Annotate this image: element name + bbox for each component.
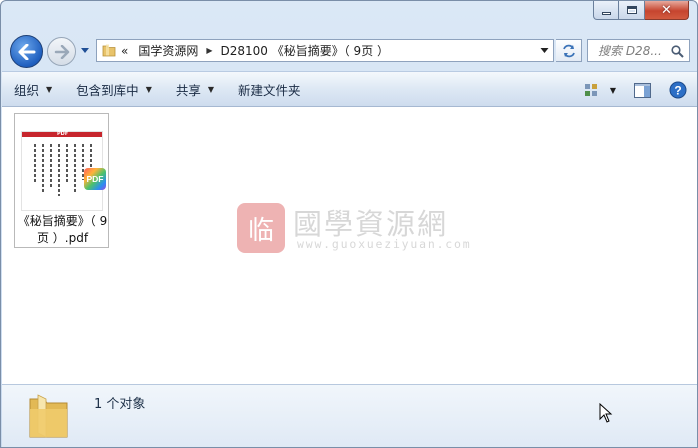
search-placeholder[interactable]: 搜索 D28... bbox=[588, 42, 668, 59]
new-folder-label: 新建文件夹 bbox=[238, 82, 301, 98]
organize-label: 组织 bbox=[14, 82, 40, 98]
chevron-down-icon: ▼ bbox=[207, 84, 215, 94]
svg-text:?: ? bbox=[674, 84, 681, 98]
share-menu[interactable]: 共享 ▼ bbox=[164, 76, 226, 102]
command-bar-tools: ▼ ? bbox=[578, 72, 697, 108]
file-name[interactable]: 《秘旨摘要》（ 9页 ）.pdf bbox=[15, 213, 110, 247]
preview-pane-icon bbox=[633, 82, 651, 98]
view-options-button[interactable] bbox=[578, 77, 606, 103]
breadcrumb-overflow[interactable]: « bbox=[116, 40, 133, 61]
help-button[interactable]: ? bbox=[664, 77, 692, 103]
close-icon: ✕ bbox=[661, 2, 672, 18]
chevron-down-icon: ▼ bbox=[145, 84, 152, 94]
text-column bbox=[42, 144, 44, 194]
watermark-seal-icon: 临 bbox=[237, 203, 285, 253]
file-item[interactable]: PDF PDF 《秘旨摘要》（ 9页 ）.pdf bbox=[14, 113, 109, 248]
chevron-down-icon: ▼ bbox=[609, 85, 617, 95]
file-list-view[interactable]: PDF PDF 《秘旨摘要》（ 9页 ）.pdf 临 國學資源網 www.guo… bbox=[2, 107, 697, 384]
help-icon: ? bbox=[669, 81, 687, 99]
mouse-cursor-icon bbox=[599, 403, 613, 423]
view-grid-icon bbox=[585, 84, 597, 96]
watermark-url: www.guoxueziyuan.com bbox=[297, 237, 472, 251]
text-column bbox=[50, 144, 52, 189]
thumbnail-tag: PDF bbox=[57, 131, 69, 137]
close-button[interactable]: ✕ bbox=[645, 1, 689, 20]
chevron-down-icon: ▼ bbox=[46, 84, 53, 94]
explorer-window: ✕ « 国学资源网 ▶ D28100 《秘旨摘要》（ 9页 ） 搜索 D28..… bbox=[0, 0, 698, 448]
new-folder-button[interactable]: 新建文件夹 bbox=[226, 76, 313, 102]
organize-menu[interactable]: 组织 ▼ bbox=[2, 76, 64, 102]
command-bar: 组织 ▼ 包含到库中 ▼ 共享 ▼ 新建文件夹 ▼ ? bbox=[2, 71, 697, 108]
back-arrow-icon bbox=[18, 43, 35, 60]
caption-buttons: ✕ bbox=[593, 1, 689, 20]
watermark: 临 國學資源網 www.guoxueziyuan.com bbox=[237, 198, 470, 258]
maximize-icon bbox=[626, 6, 637, 14]
share-label: 共享 bbox=[175, 82, 201, 98]
breadcrumb-item-guoxue[interactable]: 国学资源网 bbox=[133, 40, 203, 61]
text-column bbox=[34, 144, 36, 182]
recent-pages-dropdown-icon[interactable] bbox=[80, 45, 90, 55]
folder-large-icon bbox=[29, 394, 68, 438]
preview-pane-button[interactable] bbox=[628, 77, 656, 103]
refresh-button[interactable] bbox=[556, 39, 582, 62]
view-dropdown-button[interactable]: ▼ bbox=[606, 77, 620, 103]
folder-icon bbox=[102, 44, 116, 57]
address-dropdown-icon[interactable] bbox=[540, 47, 549, 54]
breadcrumb-item-current[interactable]: D28100 《秘旨摘要》（ 9页 ） bbox=[216, 40, 395, 61]
search-box[interactable]: 搜索 D28... bbox=[587, 39, 690, 62]
text-column bbox=[66, 144, 68, 184]
item-count: 1 个对象 bbox=[94, 397, 146, 412]
address-bar[interactable]: « 国学资源网 ▶ D28100 《秘旨摘要》（ 9页 ） bbox=[96, 39, 554, 62]
search-icon[interactable] bbox=[671, 45, 684, 58]
include-in-library-menu[interactable]: 包含到库中 ▼ bbox=[64, 76, 164, 102]
back-button[interactable] bbox=[10, 35, 43, 68]
pdf-icon: PDF bbox=[84, 168, 106, 190]
pdf-badge-label: PDF bbox=[86, 174, 104, 184]
include-in-library-label: 包含到库中 bbox=[76, 82, 139, 98]
forward-button[interactable] bbox=[47, 37, 76, 66]
refresh-icon bbox=[562, 44, 575, 57]
breadcrumb-separator-icon[interactable]: ▶ bbox=[203, 46, 215, 55]
minimize-icon bbox=[601, 11, 611, 15]
forward-arrow-icon bbox=[54, 44, 69, 59]
watermark-seal-char: 临 bbox=[247, 215, 274, 246]
text-column bbox=[58, 144, 60, 196]
maximize-button[interactable] bbox=[619, 1, 645, 20]
details-pane: 1 个对象 bbox=[2, 384, 697, 447]
minimize-button[interactable] bbox=[593, 1, 619, 20]
text-column bbox=[74, 144, 76, 194]
